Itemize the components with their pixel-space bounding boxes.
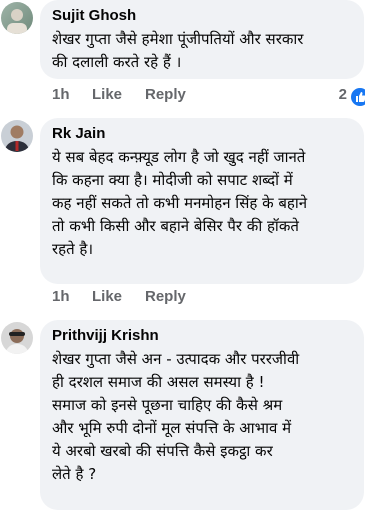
comment-bubble: Sujit Ghosh शेखर गुप्ता जैसे हमेशा पूंजी… (40, 0, 364, 79)
comment-text: शेखर गुप्ता जैसे अन - उत्पादक और पररजीवी… (52, 350, 300, 483)
comment-time[interactable]: 1h (52, 86, 70, 103)
comment-bubble: Rk Jain ये सब बेहद कन्फ़्यूड लोग है जो ख… (40, 118, 364, 284)
comment-actions: 1h Like Reply (52, 288, 365, 308)
like-reaction-icon (349, 86, 365, 108)
avatar-photo-icon (7, 9, 27, 34)
comment-text: शेखर गुप्ता जैसे हमेशा पूंजीपतियों और सर… (52, 30, 304, 71)
avatar[interactable] (1, 2, 33, 34)
avatar-photo-icon (5, 329, 29, 354)
avatar[interactable] (1, 322, 33, 354)
reply-button[interactable]: Reply (145, 288, 186, 305)
reaction-count: 2 (338, 86, 347, 103)
comment-bubble: Prithvijj Krishn शेखर गुप्ता जैसे अन - उ… (40, 320, 364, 510)
comment-actions: 1h Like Reply 2 (52, 86, 365, 108)
reply-button[interactable]: Reply (145, 86, 186, 103)
like-button[interactable]: Like (92, 86, 122, 103)
avatar[interactable] (1, 120, 33, 152)
comment-time[interactable]: 1h (52, 288, 70, 305)
avatar-photo-icon (4, 125, 30, 152)
comment-author[interactable]: Sujit Ghosh (52, 7, 352, 25)
comment-author[interactable]: Prithvijj Krishn (52, 327, 352, 345)
like-button[interactable]: Like (92, 288, 122, 305)
comment-text: ये सब बेहद कन्फ़्यूड लोग है जो खुद नहीं … (52, 148, 308, 258)
comment-author[interactable]: Rk Jain (52, 125, 352, 143)
